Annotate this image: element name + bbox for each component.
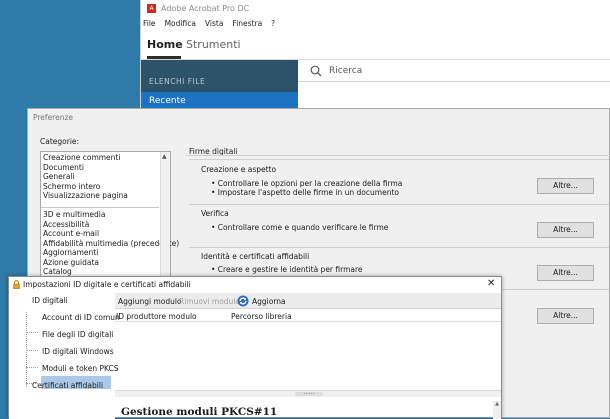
acrobat-logo-icon: A (147, 4, 156, 13)
dialog-title: Impostazioni ID digitale e certificati a… (23, 280, 191, 289)
tree-item-pkcs-modules[interactable]: Moduli e token PKCS (42, 364, 119, 373)
category-item[interactable]: 3D e multimedia (43, 210, 105, 219)
tree-connector (26, 350, 38, 351)
more-button-creation[interactable]: Altre... (537, 178, 594, 194)
categories-scrollbar[interactable]: ▲ (160, 152, 170, 285)
category-item[interactable]: Accessibilità (43, 220, 89, 229)
window-title: Adobe Acrobat Pro DC (161, 4, 250, 13)
category-item[interactable]: Affidabilità multimedia (precedente) (43, 239, 179, 248)
tree-connector (26, 332, 38, 333)
more-button-timestamp[interactable]: Altre... (537, 308, 594, 324)
search-input[interactable]: Ricerca (329, 66, 362, 76)
tree-item-trusted-certificates[interactable]: Certificati affidabili (32, 381, 103, 390)
group-title: Creazione e aspetto (201, 165, 277, 174)
category-item[interactable]: Creazione commenti (43, 153, 120, 162)
group-bullet: • Controllare come e quando verificare l… (211, 223, 389, 232)
categories-list[interactable]: Creazione commenti Documenti Generali Sc… (40, 151, 179, 286)
tree-item-digital-ids[interactable]: ID digitali (32, 296, 68, 305)
menu-help[interactable]: ? (271, 19, 275, 31)
section-heading: Gestione moduli PKCS#11 (121, 406, 278, 418)
sidebar-header: ELENCHI FILE (149, 77, 206, 86)
more-button-verify[interactable]: Altre... (537, 222, 594, 238)
lock-icon (13, 280, 20, 289)
main-tabs: Home Strumenti (141, 34, 610, 60)
pane-splitter[interactable]: ••••• (115, 390, 501, 397)
category-item[interactable]: Generali (43, 172, 75, 181)
close-icon[interactable]: ✕ (487, 278, 495, 289)
remove-module-button[interactable]: Rimuovi modulo (179, 297, 240, 306)
dialog-title: Preferenze (33, 113, 74, 122)
id-tree: ID digitali Account di ID comun File deg… (9, 292, 120, 419)
menu-bar: File Modifica Vista Finestra ? (143, 19, 275, 31)
group-bullet: • Creare e gestire le identità per firma… (211, 265, 363, 274)
more-button-identity[interactable]: Altre... (537, 265, 594, 281)
group-title: Identità e certificati affidabili (201, 252, 310, 261)
details-scrollbar[interactable]: ▲ (493, 401, 501, 419)
active-tab-indicator (147, 56, 181, 59)
menu-file[interactable]: File (143, 19, 156, 31)
module-toolbar: Aggiungi modulo Rimuovi modulo Aggiorna (115, 293, 501, 309)
menu-vista[interactable]: Vista (205, 19, 224, 31)
menu-modifica[interactable]: Modifica (165, 19, 196, 31)
category-item[interactable]: Documenti (43, 163, 84, 172)
column-header-manufacturer[interactable]: ID produttore modulo (116, 312, 197, 321)
scroll-up-icon[interactable]: ▲ (162, 153, 167, 160)
tab-tools[interactable]: Strumenti (186, 38, 241, 51)
splitter-grip-icon[interactable]: ••••• (295, 392, 323, 396)
acrobat-window: A Adobe Acrobat Pro DC File Modifica Vis… (140, 0, 610, 110)
tree-connector (26, 367, 38, 368)
module-table-header: ID produttore modulo Percorso libreria (115, 310, 501, 322)
tab-home[interactable]: Home (147, 38, 183, 51)
category-item[interactable]: Aggiornamenti (43, 248, 98, 257)
search-bar[interactable]: Ricerca (298, 60, 610, 82)
category-item[interactable]: Account e-mail (43, 229, 99, 238)
categories-label: Categorie: (40, 137, 80, 146)
category-item[interactable]: Schermo intero (43, 182, 100, 191)
column-header-library-path[interactable]: Percorso libreria (231, 312, 292, 321)
tree-item-windows-ids[interactable]: ID digitali Windows (42, 347, 114, 356)
refresh-icon[interactable] (237, 295, 249, 307)
add-module-button[interactable]: Aggiungi modulo (118, 297, 182, 306)
search-icon (310, 65, 322, 77)
tree-item-id-files[interactable]: File degli ID digitali (42, 330, 113, 339)
acrobat-titlebar: A Adobe Acrobat Pro DC (141, 0, 610, 18)
refresh-button[interactable]: Aggiorna (252, 297, 286, 306)
category-divider (41, 207, 159, 208)
digital-id-dialog: Impostazioni ID digitale e certificati a… (8, 276, 502, 419)
group-bullet: • Controllare le opzioni per la creazion… (211, 179, 403, 188)
category-item[interactable]: Catalog (43, 267, 72, 276)
category-item[interactable]: Azione guidata (43, 258, 99, 267)
sidebar: ELENCHI FILE Recente (141, 60, 298, 110)
group-title: Verifica (201, 209, 229, 218)
tree-item-roaming-accounts[interactable]: Account di ID comun (42, 313, 120, 322)
category-item[interactable]: Visualizzazione pagina (43, 191, 128, 200)
section-divider (186, 155, 610, 156)
dialog-titlebar: Impostazioni ID digitale e certificati a… (9, 277, 501, 292)
menu-finestra[interactable]: Finestra (232, 19, 262, 31)
group-bullet: • Impostare l'aspetto delle firme in un … (211, 188, 399, 197)
